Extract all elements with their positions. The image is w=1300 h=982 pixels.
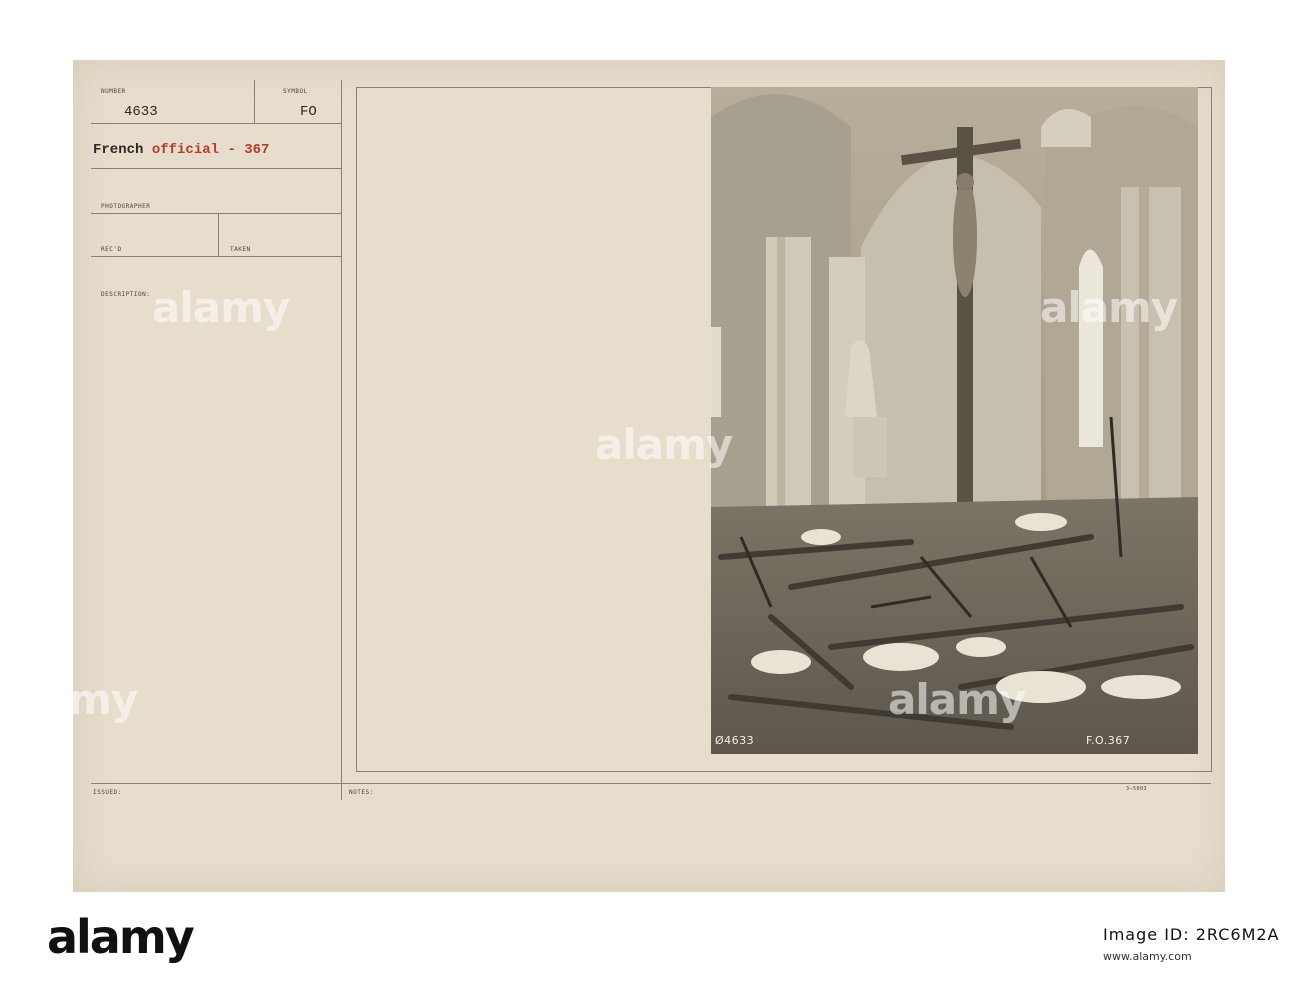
header-rule-2 (91, 168, 341, 169)
source-main: official - 367 (151, 142, 270, 158)
notes-label: NOTES: (349, 789, 374, 796)
issued-label: ISSUED: (93, 789, 122, 796)
photo-illustration (711, 87, 1198, 754)
photographer-label: PHOTOGRAPHER (101, 203, 151, 210)
number-label: NUMBER (101, 88, 126, 95)
source-line: French official - 367 (93, 142, 269, 158)
stock-logo: alamy (47, 910, 195, 964)
frame-left (356, 87, 357, 771)
source-prefix: French (93, 142, 144, 158)
frame-bottom (356, 771, 1212, 772)
left-column-border (341, 80, 342, 800)
watermark-2: alamy (595, 420, 733, 469)
watermark-3: alamy (1040, 283, 1178, 332)
symbol-value: FO (300, 104, 317, 120)
recd-label: REC'D (101, 246, 122, 253)
header-rule-4 (91, 256, 341, 257)
header-rule-3 (91, 213, 341, 214)
symbol-label: SYMBOL (283, 88, 308, 95)
frame-right (1211, 87, 1212, 771)
watermark-6: alamy (1240, 675, 1300, 724)
recd-taken-divider (218, 213, 219, 256)
bottom-rule (91, 783, 1211, 784)
header-rule-1 (91, 123, 341, 124)
church-ruins-photo: Ø4633 F.O.367 (711, 87, 1198, 754)
watermark-1: alamy (152, 283, 290, 332)
number-value: 4633 (124, 104, 158, 120)
taken-label: TAKEN (230, 246, 251, 253)
stock-url: www.alamy.com (1103, 950, 1192, 963)
photo-code-left: Ø4633 (715, 734, 755, 747)
watermark-5: alamy (888, 675, 1026, 724)
image-id: Image ID: 2RC6M2A (1103, 925, 1280, 944)
description-label: DESCRIPTION: (101, 291, 151, 298)
photo-code-right: F.O.367 (1086, 734, 1131, 747)
form-code: 3—5003 (1126, 786, 1148, 792)
number-symbol-divider (254, 80, 255, 123)
watermark-4: alamy (0, 675, 138, 724)
